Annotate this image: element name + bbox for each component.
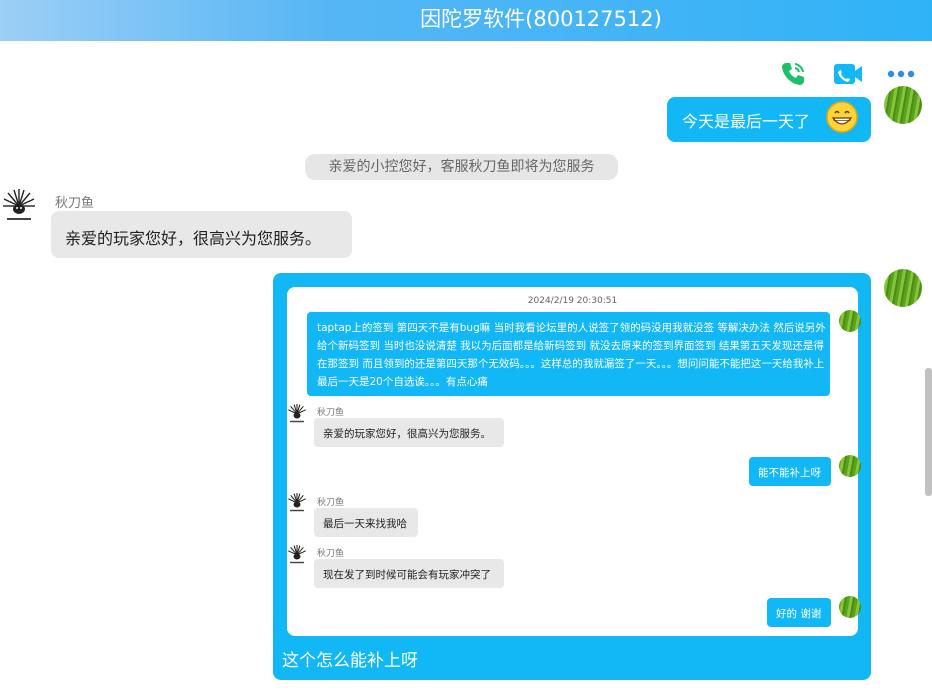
forwarded-timestamp: 2024/2/19 20:30:51 xyxy=(527,296,618,306)
video-camera-icon[interactable] xyxy=(833,59,863,89)
phone-icon[interactable] xyxy=(778,59,808,89)
forwarded-message-bubble[interactable]: 现在发了到时候可能会有玩家冲突了 xyxy=(314,559,504,588)
message-text: 最后一天来找我哈 xyxy=(323,518,407,530)
window-title: 因陀罗软件(800127512) xyxy=(420,7,662,31)
message-text: 好的 谢谢 xyxy=(776,608,822,620)
my-avatar[interactable] xyxy=(884,86,922,124)
forwarded-message-bubble[interactable]: 能不能补上呀 xyxy=(749,457,831,486)
agent-message-bubble[interactable]: 亲爱的玩家您好，很高兴为您服务。 xyxy=(51,211,352,258)
message-text: 现在发了到时候可能会有玩家冲突了 xyxy=(323,569,491,581)
agent-name: 秋刀鱼 xyxy=(317,549,345,559)
agent-avatar[interactable] xyxy=(0,188,38,226)
small-my-avatar xyxy=(839,310,861,332)
message-text: taptap上的签到 第四天不是有bug嘛 当时我看论坛里的人说签了领的码没用我… xyxy=(317,322,826,388)
card-caption: 这个怎么能补上呀 xyxy=(282,651,418,671)
agent-name: 秋刀鱼 xyxy=(317,498,345,508)
small-agent-avatar xyxy=(286,403,308,425)
small-my-avatar xyxy=(839,455,861,477)
agent-name: 秋刀鱼 xyxy=(317,408,345,418)
my-avatar[interactable] xyxy=(884,269,922,307)
forwarded-message-bubble[interactable]: 最后一天来找我哈 xyxy=(314,508,418,537)
small-my-avatar xyxy=(839,596,861,618)
message-text: 今天是最后一天了 xyxy=(682,112,811,131)
small-agent-avatar xyxy=(286,544,308,566)
scrollbar[interactable] xyxy=(925,368,932,496)
message-text: 亲爱的玩家您好，很高兴为您服务。 xyxy=(323,428,491,440)
small-agent-avatar xyxy=(286,492,308,514)
forwarded-message-bubble[interactable]: taptap上的签到 第四天不是有bug嘛 当时我看论坛里的人说签了领的码没用我… xyxy=(307,312,830,396)
message-text: 亲爱的玩家您好，很高兴为您服务。 xyxy=(65,229,322,248)
forwarded-message-bubble[interactable]: 亲爱的玩家您好，很高兴为您服务。 xyxy=(314,418,504,447)
my-message-bubble[interactable]: 今天是最后一天了 xyxy=(667,97,871,142)
agent-name: 秋刀鱼 xyxy=(55,196,95,211)
more-dots-icon[interactable] xyxy=(886,59,916,89)
grin-emoji-icon xyxy=(826,101,858,133)
system-notice: 亲爱的小控您好，客服秋刀鱼即将为您服务 xyxy=(305,154,618,180)
message-text: 能不能补上呀 xyxy=(758,467,821,479)
forwarded-message-bubble[interactable]: 好的 谢谢 xyxy=(767,598,831,627)
